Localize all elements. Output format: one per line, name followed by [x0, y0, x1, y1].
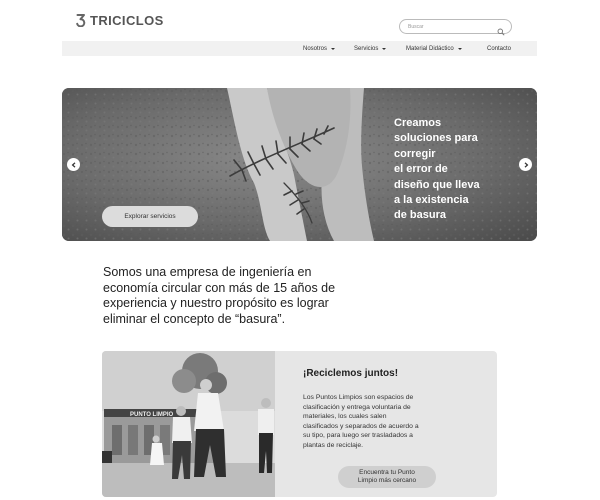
carousel-next-button[interactable] [519, 158, 532, 171]
nav-item-material-didactico[interactable]: Material Didáctico [406, 41, 462, 56]
card-body-line: Los Puntos Limpios son espacios de [303, 394, 414, 401]
brand-name: TRICICLOS [90, 12, 164, 28]
main-nav: Nosotros Servicios Material Didáctico Co… [62, 41, 537, 56]
nav-item-label: Nosotros [303, 45, 328, 52]
button-line: Encuentra tu Punto [359, 468, 415, 476]
chevron-right-icon [524, 161, 528, 168]
card-body-line: materiales, los cuales salen [303, 413, 387, 421]
photo-sign: PUNTO LIMPIO [130, 412, 174, 418]
intro-line: Somos una empresa de ingeniería en [103, 265, 312, 279]
brand-logo[interactable]: TRICICLOS [76, 11, 164, 29]
intro-line: eliminar el concepto de “basura”. [103, 311, 286, 326]
hero-carousel: Creamos soluciones para corregir el erro… [62, 88, 537, 241]
nav-item-label: Material Didáctico [406, 45, 454, 52]
nav-item-label: Contacto [487, 45, 512, 52]
hero-headline: Creamos soluciones para corregir el erro… [394, 116, 519, 224]
nav-item-servicios[interactable]: Servicios [354, 41, 387, 56]
chevron-left-icon [71, 161, 75, 168]
search-icon[interactable] [497, 23, 505, 36]
card-title: ¡Reciclemos juntos! [303, 368, 399, 379]
hero-line: Creamos [394, 117, 442, 129]
hero-line: de basura [394, 209, 446, 222]
intro-statement: Somos una empresa de ingeniería en econo… [103, 265, 403, 327]
nav-item-contacto[interactable]: Contacto [487, 41, 511, 56]
nav-item-nosotros[interactable]: Nosotros [303, 41, 336, 56]
card-body-line: clasificados y separados de acuerdo a [303, 422, 419, 430]
find-punto-limpio-button[interactable]: Encuentra tu Punto Limpio más cercano [338, 466, 436, 488]
hero-line: a la existencia [394, 194, 469, 207]
caret-down-icon [457, 47, 462, 50]
search-box[interactable] [399, 19, 512, 36]
intro-line: economía circular con más de 15 años de [103, 280, 336, 295]
card-body-line: plantas de reciclaje. [303, 441, 364, 449]
intro-line: experiencia y nuestro propósito es logra… [103, 296, 329, 310]
search-input[interactable] [408, 20, 497, 33]
explore-services-button[interactable]: Explorar servicios [102, 206, 198, 227]
carousel-prev-button[interactable] [67, 158, 80, 171]
card-body-line: su tipo, para luego ser trasladados a [303, 432, 413, 440]
hero-line: el error de [394, 163, 448, 176]
triciclos-logo-icon [76, 13, 86, 27]
nav-item-label: Servicios [354, 45, 379, 52]
hero-line: soluciones para [394, 132, 478, 145]
caret-down-icon [331, 47, 336, 50]
hero-line: corregir [394, 147, 436, 160]
button-line: Limpio más cercano [357, 477, 417, 484]
card-body: Los Puntos Limpios son espacios de clasi… [303, 393, 473, 451]
card-body-line: clasificación y entrega voluntaria de [303, 403, 411, 411]
caret-down-icon [382, 47, 387, 50]
hero-line: diseño que lleva [394, 178, 480, 191]
punto-limpio-photo: PUNTO LIMPIO [102, 351, 275, 497]
recycle-card: PUNTO LIMPIO ¡Reciclemos juntos! Los Pun… [102, 351, 497, 497]
